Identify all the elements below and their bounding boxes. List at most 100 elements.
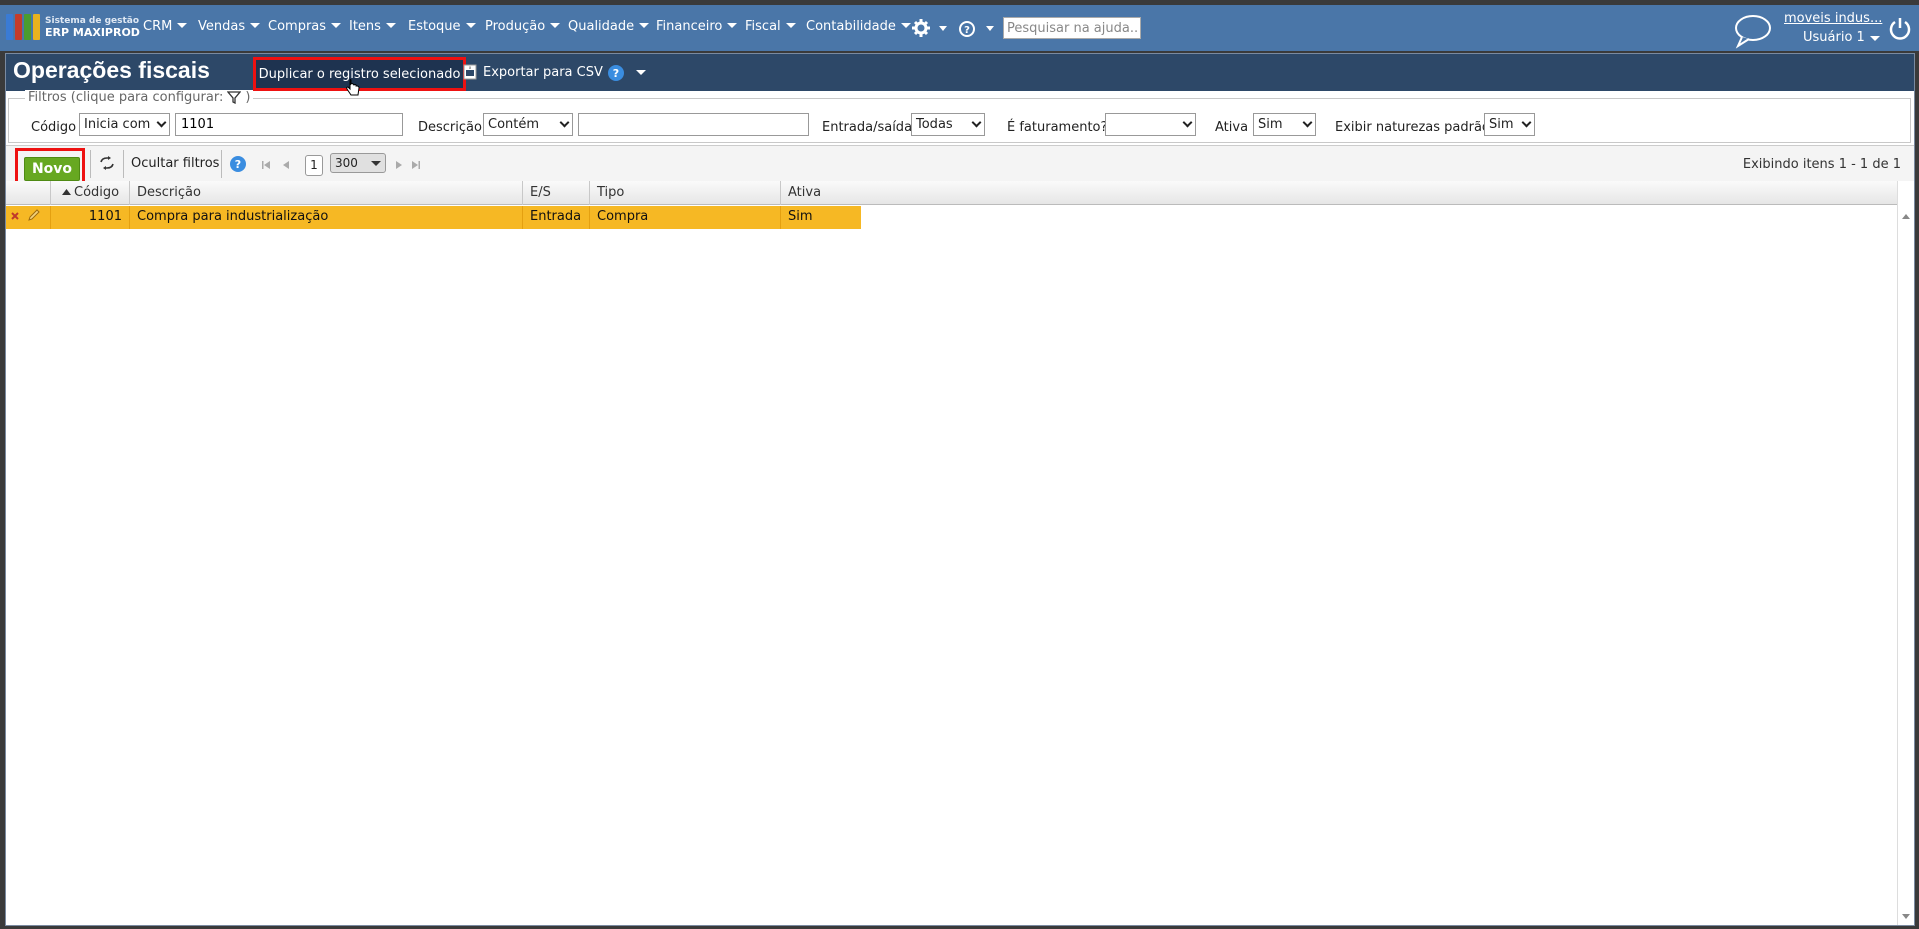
data-grid: Código Descrição E/S Tipo Ativa 1101 Com… [6,181,1914,925]
help-icon[interactable]: ? [607,64,625,86]
chevron-down-icon [639,23,650,28]
chevron-down-icon [971,117,982,128]
chevron-down-icon [385,23,396,28]
menu-producao[interactable]: Produção [485,19,561,34]
toolbar-divider [123,150,124,178]
export-csv-button[interactable]: x Exportar para CSV [463,64,603,80]
descricao-operator-select[interactable]: Contém [483,113,573,136]
ativa-select[interactable]: Sim [1253,113,1316,136]
help-icon[interactable]: ? [229,155,247,177]
chevron-down-icon [727,23,738,28]
menu-contabilidade[interactable]: Contabilidade [806,19,911,34]
cell-codigo: 1101 [50,206,129,229]
csv-file-icon: x [463,64,477,80]
logo-blocks-icon [6,14,40,40]
chevron-down-icon [1302,117,1313,128]
hide-filters-button[interactable]: Ocultar filtros [131,156,219,171]
last-page-icon[interactable] [411,159,421,174]
naturezas-padrao-label: Exibir naturezas padrão [1335,120,1490,135]
grid-toolbar: Novo Ocultar filtros ? 1 300 Exibindo it… [6,145,1914,190]
power-icon[interactable] [1888,17,1912,45]
menu-vendas[interactable]: Vendas [198,19,261,34]
page-number[interactable]: 1 [305,155,323,176]
logo-title: ERP MAXIPROD [45,26,140,39]
table-row[interactable]: 1101 Compra para industrialização Entrad… [6,206,861,229]
codigo-input[interactable] [175,113,403,136]
faturamento-select[interactable] [1105,113,1196,136]
toolbar-divider [90,150,91,178]
menu-crm[interactable]: CRM [143,19,188,34]
delete-icon [11,212,19,220]
codigo-operator-select[interactable]: Inicia com [79,113,170,136]
chevron-down-icon[interactable] [636,70,646,75]
scroll-down-icon [1902,914,1910,919]
help-circle-icon: ? [959,21,994,37]
chevron-down-icon [177,23,188,28]
faturamento-label: É faturamento? [1007,120,1108,135]
chevron-down-icon [550,23,561,28]
cell-es: Entrada [522,206,589,229]
page-panel: Operações fiscais Duplicar o registro se… [5,53,1915,926]
gear-menu[interactable] [911,17,949,44]
user-menu[interactable]: Usuário 1 [1803,30,1865,45]
cell-tipo: Compra [589,206,780,229]
menu-itens[interactable]: Itens [349,19,396,34]
chevron-down-icon [1182,117,1193,128]
help-menu[interactable]: ? [958,17,998,44]
items-count: Exibindo itens 1 - 1 de 1 [1742,157,1901,172]
refresh-icon[interactable] [99,156,115,174]
chevron-down-icon [156,117,167,128]
next-page-icon[interactable] [394,159,404,174]
sort-ascending-icon [62,189,71,195]
column-header-tipo[interactable]: Tipo [589,181,780,205]
chevron-down-icon [331,23,342,28]
chat-icon[interactable] [1733,13,1773,53]
page-size-select[interactable]: 300 [330,153,386,173]
help-search-input[interactable] [1003,17,1141,39]
row-actions [6,206,50,229]
menu-fiscal[interactable]: Fiscal [745,19,796,34]
title-bar: Operações fiscais Duplicar o registro se… [6,54,1914,96]
chevron-down-icon [465,23,476,28]
chevron-down-icon [559,117,570,128]
toolbar-divider [221,150,222,178]
page-title: Operações fiscais [13,57,210,83]
entrada-saida-label: Entrada/saída [822,120,913,135]
column-header-es[interactable]: E/S [522,181,589,205]
edit-pencil-icon [28,209,40,221]
column-header-codigo[interactable]: Código [50,181,129,205]
first-page-icon[interactable] [261,159,271,174]
cell-ativa: Sim [780,206,861,229]
actions-column-header [6,181,50,205]
chevron-down-icon [371,161,381,166]
chevron-down-icon [900,23,911,28]
menu-financeiro[interactable]: Financeiro [656,19,738,34]
column-header-descricao[interactable]: Descrição [129,181,522,205]
column-header-ativa[interactable]: Ativa [780,181,1897,205]
menu-estoque[interactable]: Estoque [408,19,476,34]
entrada-saida-select[interactable]: Todas [911,113,985,136]
menu-compras[interactable]: Compras [268,19,342,34]
chevron-down-icon [250,23,261,28]
grid-header: Código Descrição E/S Tipo Ativa [6,181,1897,205]
filter-funnel-icon [227,91,242,104]
descricao-label: Descrição [418,120,482,135]
gear-icon [912,19,947,37]
previous-page-icon[interactable] [281,159,291,174]
menu-qualidade[interactable]: Qualidade [568,19,650,34]
chevron-down-icon [785,23,796,28]
erp-logo[interactable]: Sistema de gestão ERP MAXIPROD [6,13,140,41]
filters-legend[interactable]: Filtros (clique para configurar: ) [25,90,254,105]
chevron-down-icon [1521,117,1532,128]
descricao-input[interactable] [578,113,809,136]
svg-text:?: ? [964,25,970,36]
naturezas-padrao-select[interactable]: Sim [1484,113,1535,136]
codigo-label: Código [31,120,77,135]
svg-text:?: ? [235,158,241,171]
chevron-down-icon[interactable] [1870,36,1880,41]
grid-scrollbar[interactable] [1897,181,1914,925]
ativa-label: Ativa [1215,120,1249,135]
company-link[interactable]: moveis indus... [1784,11,1882,26]
filters-panel: Filtros (clique para configurar: ) Códig… [8,90,1911,143]
new-record-button[interactable]: Novo [24,157,80,181]
